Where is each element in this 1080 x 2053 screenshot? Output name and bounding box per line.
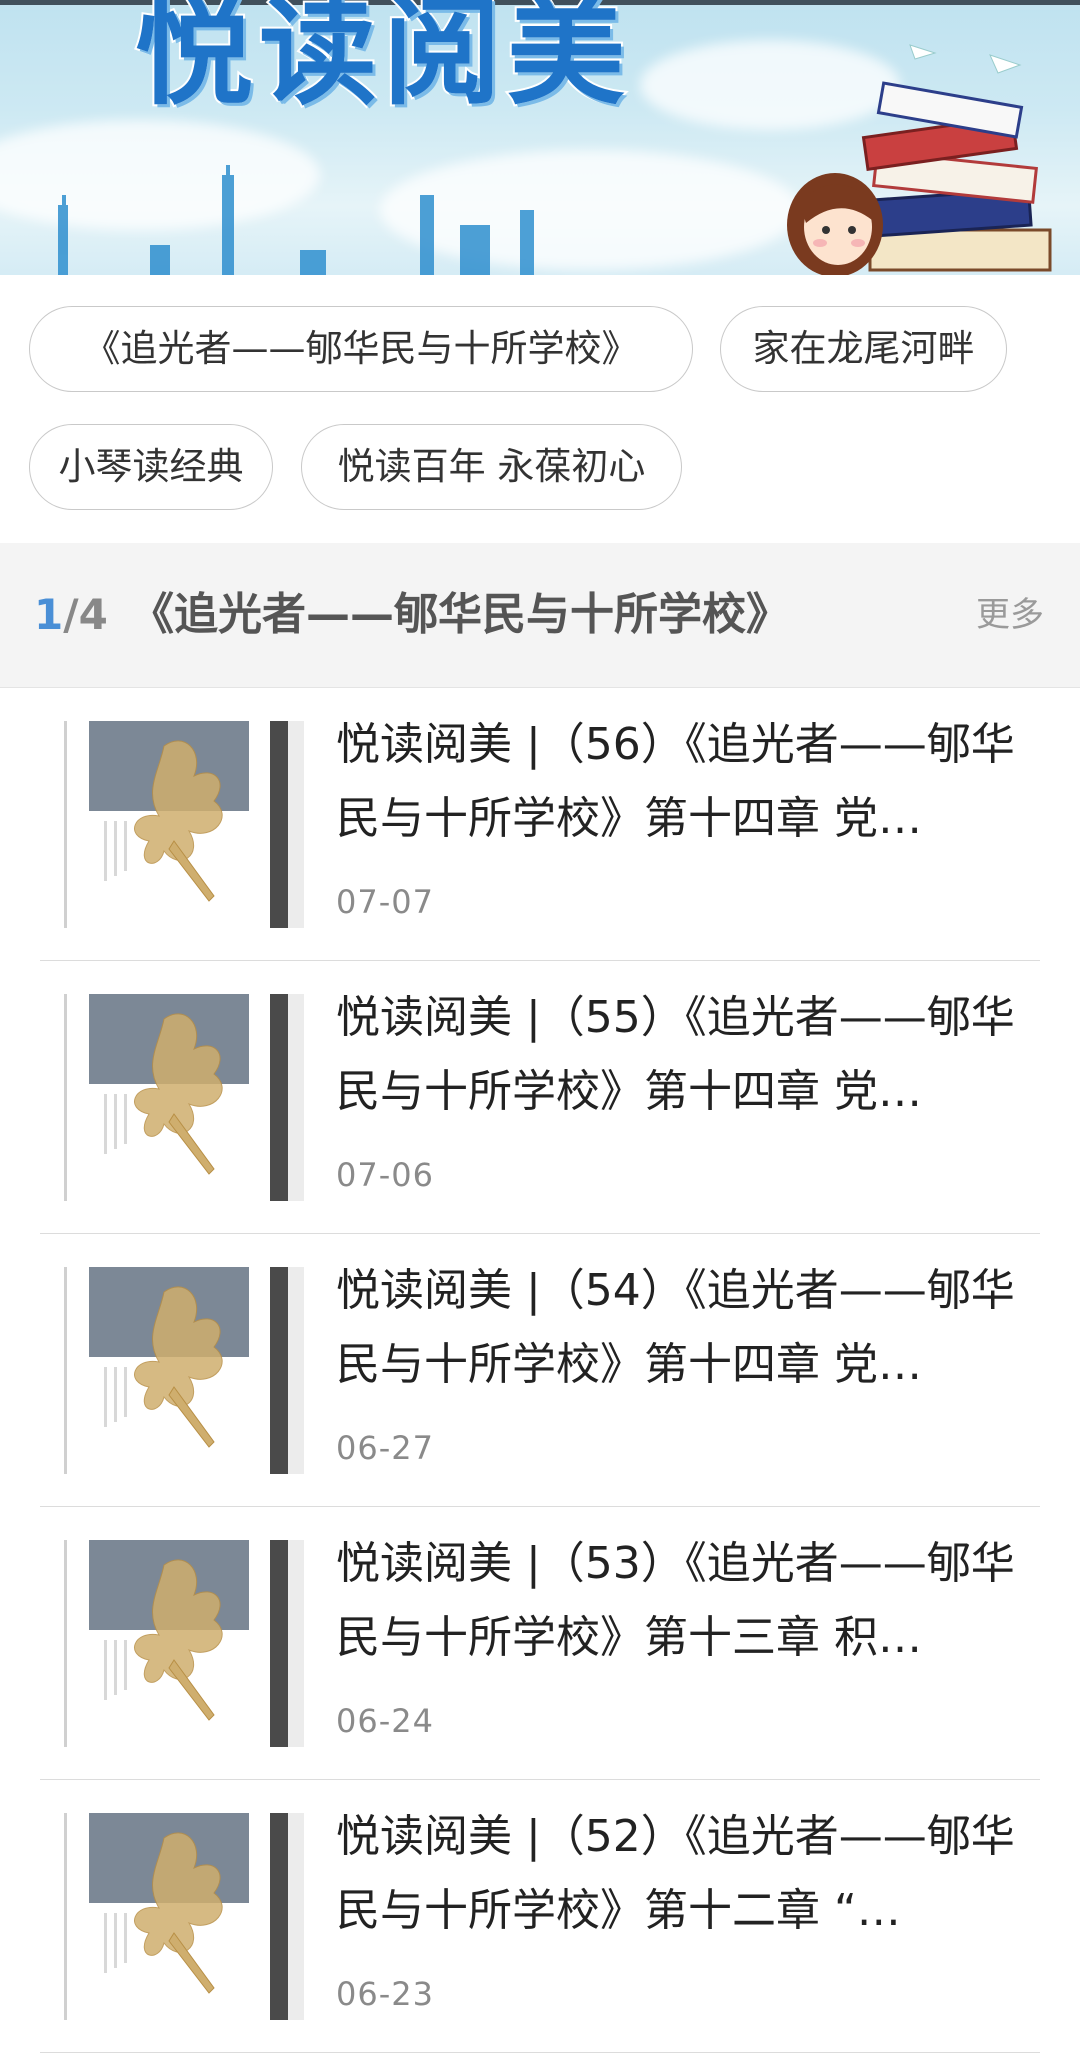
banner[interactable]: 悦读阅美 [0, 0, 1080, 275]
article-thumbnail [64, 1813, 304, 2020]
article-thumbnail [64, 721, 304, 928]
article-thumbnail [64, 994, 304, 1201]
article-title[interactable]: 悦读阅美 |（55）《追光者——郇华民与十所学校》第十四章 党… [336, 981, 1048, 1129]
article-item[interactable]: 悦读阅美 |（54）《追光者——郇华民与十所学校》第十四章 党… 06-27 [0, 1234, 1080, 1507]
article-title[interactable]: 悦读阅美 |（54）《追光者——郇华民与十所学校》第十四章 党… [336, 1254, 1048, 1402]
article-title[interactable]: 悦读阅美 |（56）《追光者——郇华民与十所学校》第十四章 党… [336, 708, 1048, 856]
article-date: 06-27 [336, 1429, 434, 1467]
article-date: 07-06 [336, 1156, 434, 1194]
section-page-indicator: 1/4 [34, 543, 108, 687]
article-date: 06-23 [336, 1975, 434, 2013]
article-thumbnail [64, 1267, 304, 1474]
city-skyline-illustration [58, 165, 534, 275]
total-pages: /4 [63, 590, 108, 639]
article-item[interactable]: 悦读阅美 |（53）《追光者——郇华民与十所学校》第十三章 积… 06-24 [0, 1507, 1080, 1780]
banner-title: 悦读阅美 [133, 0, 632, 123]
article-thumbnail [64, 1540, 304, 1747]
tag-xiaoqin-du-jingdian[interactable]: 小琴读经典 [29, 424, 273, 510]
article-title[interactable]: 悦读阅美 |（53）《追光者——郇华民与十所学校》第十三章 积… [336, 1527, 1048, 1675]
article-item[interactable]: 悦读阅美 |（52）《追光者——郇华民与十所学校》第十二章 “… 06-23 [0, 1780, 1080, 2053]
section-title: 《追光者——郇华民与十所学校》 [130, 589, 790, 640]
more-link[interactable]: 更多 [976, 543, 1044, 687]
article-item[interactable]: 悦读阅美 |（56）《追光者——郇华民与十所学校》第十四章 党… 07-07 [0, 688, 1080, 961]
books-girl-illustration [787, 44, 1052, 275]
tag-jiazai-longweihepan[interactable]: 家在龙尾河畔 [720, 306, 1007, 392]
article-date: 06-24 [336, 1702, 434, 1740]
category-tags: 《追光者——郇华民与十所学校》 家在龙尾河畔 小琴读经典 悦读百年 永葆初心 [0, 275, 1080, 543]
current-page-number: 1 [34, 590, 64, 639]
tag-zhuiguangzhe[interactable]: 《追光者——郇华民与十所学校》 [29, 306, 693, 392]
article-title[interactable]: 悦读阅美 |（52）《追光者——郇华民与十所学校》第十二章 “… [336, 1800, 1048, 1948]
tag-yuedu-bainian[interactable]: 悦读百年 永葆初心 [301, 424, 682, 510]
article-item[interactable]: 悦读阅美 |（55）《追光者——郇华民与十所学校》第十四章 党… 07-06 [0, 961, 1080, 1234]
article-date: 07-07 [336, 883, 434, 921]
section-header: 1/4 《追光者——郇华民与十所学校》 更多 [0, 543, 1080, 687]
